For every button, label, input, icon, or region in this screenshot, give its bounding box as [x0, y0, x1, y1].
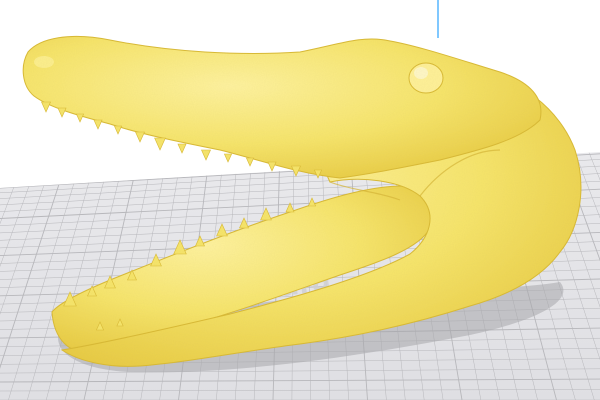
- tooth: [177, 143, 187, 154]
- tooth: [57, 107, 67, 118]
- tooth: [223, 153, 233, 163]
- tooth: [75, 113, 85, 123]
- 3d-viewport[interactable]: Cura: [0, 0, 600, 400]
- tooth: [93, 119, 103, 130]
- nostril: [34, 56, 54, 68]
- tooth: [135, 131, 145, 143]
- tooth: [267, 161, 277, 172]
- tooth: [245, 157, 255, 167]
- tooth: [201, 149, 211, 161]
- scene-canvas[interactable]: Cura: [0, 0, 600, 400]
- eye-highlight: [414, 67, 428, 79]
- tooth: [41, 101, 51, 113]
- tooth: [113, 125, 123, 135]
- eye-socket: [408, 62, 444, 94]
- tooth: [154, 137, 166, 151]
